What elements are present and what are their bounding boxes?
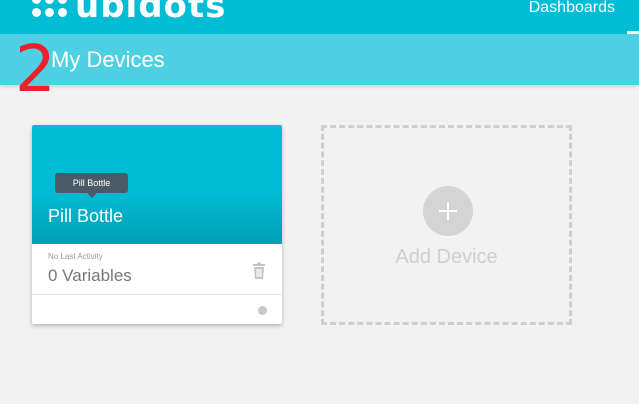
nav-dashboards-link[interactable]: Dashboards: [529, 0, 615, 18]
device-name-tooltip: Pill Bottle: [55, 173, 128, 198]
page-header: My Devices: [0, 34, 639, 85]
add-device-button[interactable]: Add Device: [321, 125, 572, 325]
page-title: My Devices: [51, 47, 165, 72]
last-activity-text: No Last Activity: [48, 252, 103, 261]
device-card[interactable]: Pill Bottle Pill Bottle No Last Activity…: [32, 125, 282, 324]
brand-name: ubidots: [75, 0, 227, 26]
device-card-body: No Last Activity 0 Variables: [32, 244, 282, 295]
variables-count: 0 Variables: [48, 266, 132, 285]
trash-icon[interactable]: [250, 262, 268, 280]
status-dot-icon: [258, 306, 267, 315]
device-card-header[interactable]: Pill Bottle Pill Bottle: [32, 125, 282, 244]
plus-icon[interactable]: [423, 186, 473, 236]
device-name[interactable]: Pill Bottle: [48, 205, 123, 227]
step-number-annotation: 2: [15, 33, 56, 107]
dots-grid-icon: [32, 0, 67, 17]
top-navbar: ubidots Dashboards: [0, 0, 639, 34]
ubidots-logo[interactable]: ubidots: [32, 0, 226, 26]
add-device-label: Add Device: [395, 246, 498, 268]
